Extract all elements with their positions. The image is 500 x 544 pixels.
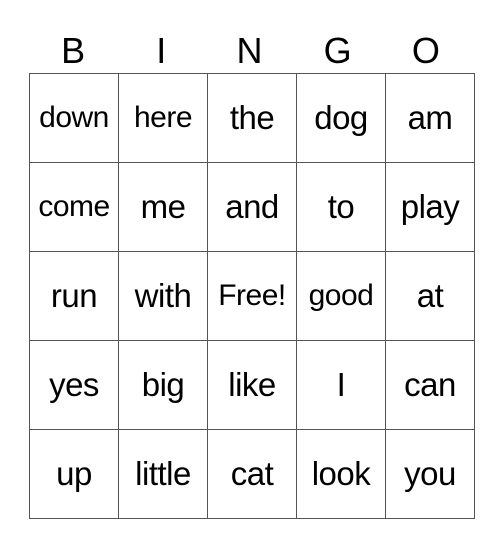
bingo-cell[interactable]: I (296, 340, 386, 430)
header-letter-n: N (236, 30, 263, 71)
bingo-grid: down here the dog am come me and to play… (29, 73, 475, 519)
free-space-cell[interactable]: Free! (207, 251, 297, 341)
bingo-cell[interactable]: here (118, 73, 208, 163)
header-letter-o: O (411, 30, 440, 71)
bingo-cell[interactable]: up (29, 429, 119, 519)
grid-row: yes big like I can (29, 340, 475, 430)
bingo-cell[interactable]: look (296, 429, 386, 519)
bingo-cell[interactable]: you (385, 429, 475, 519)
bingo-cell[interactable]: yes (29, 340, 119, 430)
bingo-header: B I N G O (29, 28, 471, 74)
bingo-cell[interactable]: run (29, 251, 119, 341)
bingo-cell[interactable]: to (296, 162, 386, 252)
bingo-cell[interactable]: like (207, 340, 297, 430)
header-letter-i: I (156, 30, 167, 71)
bingo-cell[interactable]: down (29, 73, 119, 163)
grid-row: down here the dog am (29, 73, 475, 163)
bingo-cell[interactable]: cat (207, 429, 297, 519)
grid-row: up little cat look you (29, 429, 475, 519)
header-letter-b: B (61, 30, 86, 71)
bingo-cell[interactable]: can (385, 340, 475, 430)
grid-row: come me and to play (29, 162, 475, 252)
grid-row: run with Free! good at (29, 251, 475, 341)
bingo-cell[interactable]: little (118, 429, 208, 519)
bingo-cell[interactable]: the (207, 73, 297, 163)
bingo-cell[interactable]: good (296, 251, 386, 341)
bingo-cell[interactable]: big (118, 340, 208, 430)
bingo-cell[interactable]: am (385, 73, 475, 163)
bingo-cell[interactable]: at (385, 251, 475, 341)
bingo-cell[interactable]: come (29, 162, 119, 252)
bingo-cell[interactable]: play (385, 162, 475, 252)
bingo-cell[interactable]: and (207, 162, 297, 252)
bingo-cell[interactable]: with (118, 251, 208, 341)
bingo-cell[interactable]: me (118, 162, 208, 252)
header-letter-g: G (323, 30, 352, 71)
bingo-cell[interactable]: dog (296, 73, 386, 163)
